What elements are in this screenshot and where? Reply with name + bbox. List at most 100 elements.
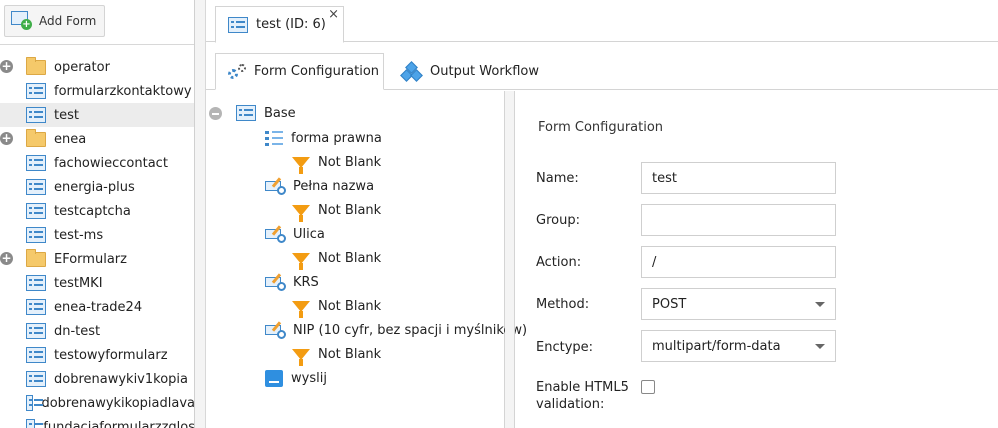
tree-node-validator[interactable]: Not Blank bbox=[292, 198, 381, 222]
form-icon bbox=[26, 203, 46, 219]
tree-node-label: KRS bbox=[293, 274, 319, 290]
name-input[interactable]: test bbox=[641, 162, 836, 194]
action-label: Action: bbox=[536, 255, 582, 270]
tree-node-wyslij[interactable]: wyslij bbox=[265, 366, 327, 390]
form-configuration-panel: Form Configuration Name: test Group: Act… bbox=[516, 91, 998, 428]
sidebar-item-testmki[interactable]: testMKI bbox=[0, 271, 194, 295]
sidebar-item-label: dobrenawykikopiadlava bbox=[41, 395, 195, 411]
tab-label: test (ID: 6) bbox=[256, 17, 326, 32]
add-form-button[interactable]: + Add Form bbox=[4, 5, 106, 37]
sidebar-item-label: testMKI bbox=[54, 275, 103, 291]
sidebar-splitter[interactable] bbox=[195, 0, 206, 428]
sidebar-item-label: test-ms bbox=[54, 227, 104, 243]
textfield-icon bbox=[265, 225, 287, 243]
expand-icon[interactable]: + bbox=[0, 60, 13, 73]
expand-icon[interactable]: + bbox=[0, 252, 13, 265]
enctype-label: Enctype: bbox=[536, 340, 594, 355]
sidebar-item-testowyformularz[interactable]: testowyformularz bbox=[0, 343, 194, 367]
sidebar-item-label: fundacjaformularzzglos bbox=[43, 419, 195, 428]
panel-splitter[interactable] bbox=[505, 91, 515, 428]
sidebar-item-eformularz[interactable]: + EFormularz bbox=[0, 247, 194, 271]
tree-node-nip[interactable]: NIP (10 cyfr, bez spacji i myślników) bbox=[265, 318, 527, 342]
form-icon bbox=[26, 299, 46, 315]
form-icon bbox=[26, 83, 46, 99]
form-icon bbox=[26, 419, 44, 428]
tab-output-workflow[interactable]: Output Workflow bbox=[390, 53, 550, 90]
form-icon bbox=[26, 323, 46, 339]
sidebar-item-testcaptcha[interactable]: testcaptcha bbox=[0, 199, 194, 223]
name-label: Name: bbox=[536, 171, 579, 186]
tree-node-validator[interactable]: Not Blank bbox=[292, 150, 381, 174]
html5-validation-label-line1: Enable HTML5 bbox=[536, 380, 629, 395]
form-icon bbox=[26, 371, 46, 387]
sidebar-item-fundacjaformularzzglos[interactable]: fundacjaformularzzglos bbox=[0, 415, 195, 428]
tree-node-label: NIP (10 cyfr, bez spacji i myślników) bbox=[293, 322, 528, 338]
tree-node-forma-prawna[interactable]: forma prawna bbox=[265, 126, 382, 150]
tab-test[interactable]: test (ID: 6) × bbox=[215, 6, 344, 43]
tree-node-label: Base bbox=[264, 105, 296, 121]
sidebar-item-fachowieccontact[interactable]: fachowieccontact bbox=[0, 151, 194, 175]
form-icon bbox=[26, 155, 46, 171]
tree-node-pelna-nazwa[interactable]: Pełna nazwa bbox=[265, 174, 374, 198]
sidebar-item-test[interactable]: test bbox=[0, 103, 194, 127]
funnel-icon bbox=[292, 156, 310, 174]
action-input[interactable]: / bbox=[641, 246, 836, 278]
tree-node-ulica[interactable]: Ulica bbox=[265, 222, 325, 246]
form-icon bbox=[26, 179, 46, 195]
html5-validation-checkbox[interactable] bbox=[641, 380, 655, 394]
tree-node-label: Not Blank bbox=[318, 346, 382, 362]
form-icon bbox=[26, 395, 45, 411]
method-select[interactable]: POST bbox=[641, 288, 836, 320]
form-elements-tree: Base forma prawna Not Blank Pełna nazwa … bbox=[206, 91, 527, 428]
sidebar-item-operator[interactable]: + operator bbox=[0, 55, 194, 79]
form-icon bbox=[26, 275, 46, 291]
folder-icon bbox=[26, 248, 46, 267]
tab-form-configuration[interactable]: Form Configuration bbox=[215, 53, 384, 90]
sidebar-item-dobrenawykikopiadlava[interactable]: dobrenawykikopiadlava bbox=[0, 391, 195, 415]
method-value: POST bbox=[652, 296, 687, 312]
sidebar-item-label: testowyformularz bbox=[54, 347, 168, 363]
enctype-value: multipart/form-data bbox=[652, 338, 781, 354]
enctype-select[interactable]: multipart/form-data bbox=[641, 330, 836, 362]
sidebar-item-enea[interactable]: + enea bbox=[0, 127, 194, 151]
sidebar-item-test-ms[interactable]: test-ms bbox=[0, 223, 194, 247]
add-form-icon: + bbox=[11, 11, 33, 31]
sidebar-item-label: test bbox=[54, 107, 79, 123]
add-form-label: Add Form bbox=[39, 14, 97, 28]
group-label: Group: bbox=[536, 213, 580, 228]
tree-node-label: Not Blank bbox=[318, 298, 382, 314]
group-input[interactable] bbox=[641, 204, 836, 236]
funnel-icon bbox=[292, 348, 310, 366]
sidebar-item-enea-trade24[interactable]: enea-trade24 bbox=[0, 295, 194, 319]
textfield-icon bbox=[265, 321, 287, 339]
textfield-icon bbox=[265, 177, 287, 195]
folder-icon bbox=[26, 56, 46, 75]
button-icon bbox=[265, 369, 283, 387]
expand-icon[interactable]: + bbox=[0, 132, 13, 145]
folder-icon bbox=[26, 128, 46, 147]
cubes-icon bbox=[400, 60, 423, 82]
chevron-down-icon bbox=[815, 301, 825, 307]
tree-root-base[interactable]: Base bbox=[209, 101, 296, 125]
list-icon bbox=[265, 130, 283, 146]
sidebar-item-formularzkontaktowy[interactable]: formularzkontaktowy bbox=[0, 79, 194, 103]
tab-label: Form Configuration bbox=[254, 64, 380, 79]
forms-tree: + operator formularzkontaktowy test + en… bbox=[0, 55, 195, 428]
form-icon bbox=[26, 227, 46, 243]
textfield-icon bbox=[265, 273, 287, 291]
tree-node-label: Pełna nazwa bbox=[293, 178, 375, 194]
tree-node-validator[interactable]: Not Blank bbox=[292, 342, 381, 366]
tree-node-krs[interactable]: KRS bbox=[265, 270, 319, 294]
sidebar-item-dobrenawykiv1kopia[interactable]: dobrenawykiv1kopia bbox=[0, 367, 194, 391]
tree-node-validator[interactable]: Not Blank bbox=[292, 246, 381, 270]
funnel-icon bbox=[292, 252, 310, 270]
sidebar-item-dn-test[interactable]: dn-test bbox=[0, 319, 194, 343]
funnel-icon bbox=[292, 300, 310, 318]
main-panel: test (ID: 6) × Form Configuration Output… bbox=[206, 0, 998, 428]
tree-node-label: wyslij bbox=[291, 370, 327, 386]
tree-node-validator[interactable]: Not Blank bbox=[292, 294, 381, 318]
sidebar-item-energia-plus[interactable]: energia-plus bbox=[0, 175, 194, 199]
close-icon[interactable]: × bbox=[328, 8, 339, 21]
sidebar-item-label: fachowieccontact bbox=[54, 155, 168, 171]
collapse-icon[interactable] bbox=[209, 106, 222, 120]
